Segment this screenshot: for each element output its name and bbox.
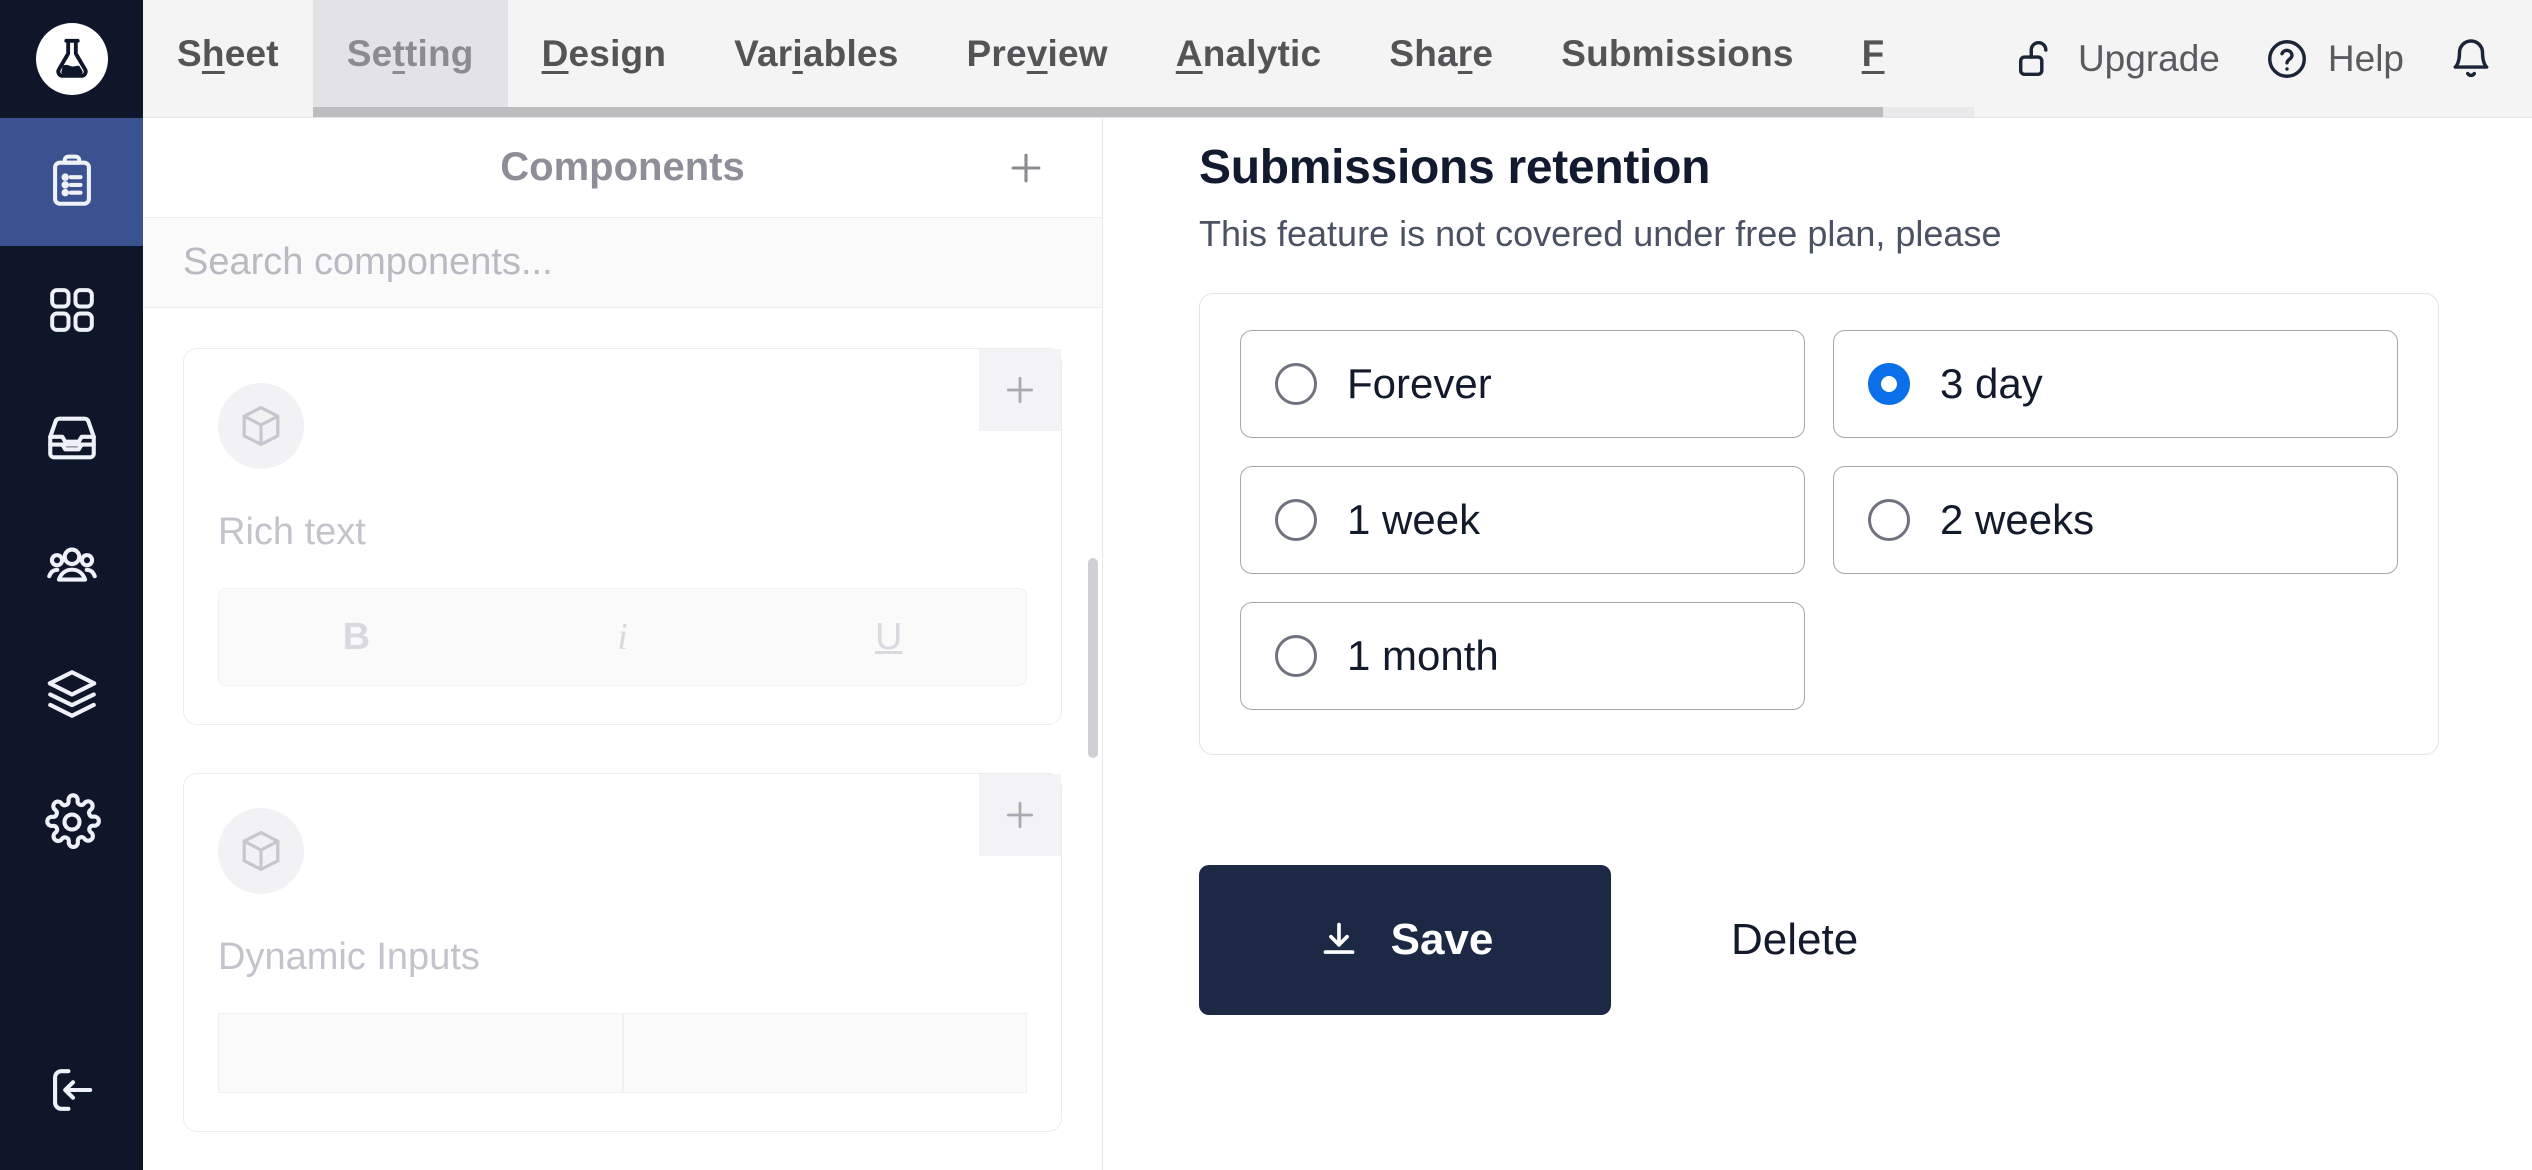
page-title: Submissions retention: [1199, 141, 1711, 194]
components-scrollbar[interactable]: [1088, 558, 1098, 758]
tab-analytic[interactable]: Analytic: [1142, 0, 1356, 108]
radio-label: 3 day: [1940, 360, 2043, 407]
notifications-button[interactable]: [2426, 36, 2504, 82]
tab-sheet[interactable]: Sh eet: [143, 0, 313, 108]
radio-label: Forever: [1347, 360, 1492, 407]
radio-label: 1 month: [1347, 632, 1499, 679]
help-label: Help: [2327, 37, 2404, 79]
radio-option-1-week[interactable]: 1 week: [1240, 466, 1805, 574]
dynamic-input-cell[interactable]: [218, 1013, 623, 1093]
sidebar-item-apps[interactable]: [0, 246, 143, 374]
sidebar-item-layers[interactable]: [0, 630, 143, 758]
components-list[interactable]: Rich text B i U Dynamic Inputs: [143, 308, 1102, 1170]
tab-preview[interactable]: Pre v iew: [932, 0, 1141, 108]
bell-icon: [2448, 36, 2494, 82]
tabstrip-scrollbar[interactable]: [313, 107, 1974, 117]
logout-icon: [52, 1069, 92, 1111]
save-button[interactable]: Save: [1199, 865, 1611, 1015]
body-column: Sh eet Se t ting Design Var i ables Pre v iew A…: [143, 0, 2532, 1170]
flask-icon: [55, 38, 88, 78]
underline-button[interactable]: U: [875, 616, 902, 659]
component-thumb: [218, 383, 304, 469]
cube-icon: [242, 831, 280, 871]
radio-option-forever[interactable]: Forever: [1240, 330, 1805, 438]
add-component-button[interactable]: [998, 140, 1054, 196]
radio-option-3-day[interactable]: 3 day: [1833, 330, 2398, 438]
left-rail: [0, 0, 143, 1170]
users-group-icon: [46, 547, 97, 582]
bold-button[interactable]: B: [343, 616, 370, 659]
sidebar-item-forms[interactable]: [0, 118, 143, 246]
layers-icon: [47, 670, 96, 718]
add-to-sheet-button[interactable]: [979, 349, 1061, 431]
plus-icon: [1011, 153, 1041, 182]
radio-option-1-month[interactable]: 1 month: [1240, 602, 1805, 710]
tab-submissions[interactable]: Submissions: [1527, 0, 1827, 108]
app-root: Sh eet Se t ting Design Var i ables Pre v iew A…: [0, 0, 2532, 1170]
sidebar-item-settings[interactable]: [0, 758, 143, 886]
settings-pane: Submissions retention This feature is no…: [1103, 118, 2532, 1170]
question-circle-icon: [2264, 36, 2310, 82]
plus-icon: [1006, 801, 1034, 829]
upgrade-button[interactable]: Upgrade: [1992, 36, 2242, 82]
page-subtitle: This feature is not covered under free p…: [1199, 213, 2002, 254]
topbar-actions: Upgrade Help: [1973, 0, 2532, 117]
radio-label: 1 week: [1347, 496, 1481, 543]
top-bar: Sh eet Se t ting Design Var i ables Pre v iew A…: [143, 0, 2532, 118]
app-logo[interactable]: [0, 0, 143, 118]
tab-strip: Sh eet Se t ting Design Var i ables Pre v iew A…: [143, 0, 1974, 117]
help-button[interactable]: Help: [2242, 36, 2426, 82]
tab-share[interactable]: Sha r e: [1355, 0, 1527, 108]
search-input[interactable]: [183, 241, 1062, 284]
radio-indicator: [1868, 499, 1910, 541]
component-card[interactable]: Rich text B i U: [183, 348, 1062, 725]
tab-design[interactable]: Design: [508, 0, 701, 108]
sidebar-item-team[interactable]: [0, 502, 143, 630]
italic-button[interactable]: i: [617, 615, 628, 659]
radio-indicator: [1275, 499, 1317, 541]
sidebar-item-inbox[interactable]: [0, 374, 143, 502]
grid-apps-icon: [49, 288, 94, 332]
gear-icon: [44, 793, 101, 849]
sidebar-item-logout[interactable]: [0, 1010, 143, 1170]
radio-label: 2 weeks: [1940, 496, 2095, 543]
inbox-archive-icon: [47, 416, 96, 460]
retention-options-box: Forever 3 day 1 week 2 weeks 1 month: [1199, 293, 2439, 755]
retention-radio-group: Forever 3 day 1 week 2 weeks 1 month: [1240, 330, 2398, 710]
upgrade-label: Upgrade: [2077, 37, 2220, 79]
radio-indicator: [1275, 363, 1317, 405]
component-card[interactable]: Dynamic Inputs: [183, 773, 1062, 1132]
workspace: Components Search components... Rich tex…: [143, 118, 2532, 1170]
radio-indicator: [1275, 635, 1317, 677]
submissions-retention-panel: Submissions retention This feature is no…: [1199, 118, 2439, 1075]
component-name: Dynamic Inputs: [218, 936, 480, 978]
rich-text-toolbar[interactable]: B i U: [218, 588, 1027, 686]
component-name: Rich text: [218, 511, 366, 553]
tab-setting[interactable]: Se t ting: [312, 0, 508, 108]
unlock-icon: [2014, 36, 2060, 82]
radio-indicator: [1868, 363, 1910, 405]
add-to-sheet-button[interactable]: [979, 774, 1061, 856]
cube-icon: [242, 406, 280, 446]
save-label: Save: [1390, 915, 1494, 964]
components-header: Components: [143, 118, 1102, 218]
radio-option-2-weeks[interactable]: 2 weeks: [1833, 466, 2398, 574]
component-thumb: [218, 808, 304, 894]
form-actions: Save Delete: [1199, 865, 2439, 1015]
tabstrip-scrollbar-thumb[interactable]: [313, 107, 1883, 117]
tab-overflow-next[interactable]: F: [1828, 0, 1919, 108]
clipboard-list-icon: [52, 154, 91, 206]
components-title: Components: [500, 145, 745, 189]
download-icon: [1323, 922, 1355, 954]
components-panel: Components Search components... Rich tex…: [143, 118, 1103, 1170]
components-search[interactable]: [143, 218, 1102, 308]
logo-circle: [35, 23, 108, 95]
dynamic-inputs-preview: [218, 1013, 1027, 1093]
plus-icon: [1006, 376, 1034, 404]
tab-variables[interactable]: Var i ables: [700, 0, 932, 108]
dynamic-input-cell[interactable]: [622, 1013, 1027, 1093]
delete-button[interactable]: Delete: [1731, 915, 1858, 965]
